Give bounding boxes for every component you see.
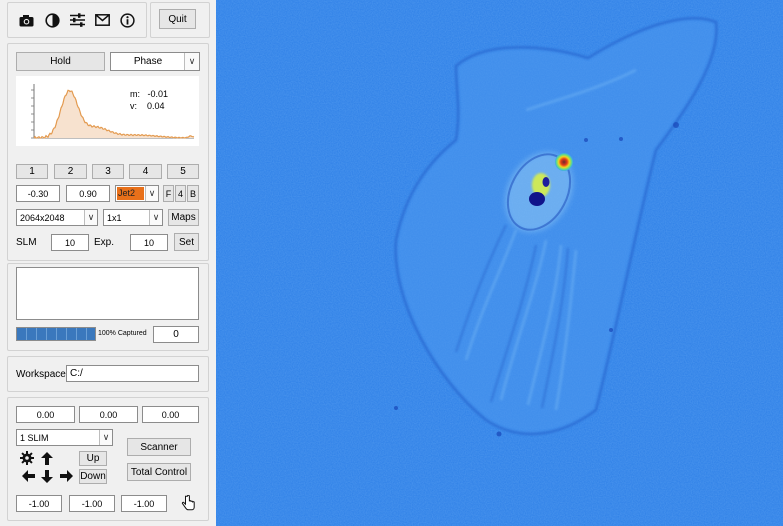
flag-f-button[interactable]: F xyxy=(163,185,174,202)
camera-icon[interactable] xyxy=(17,11,35,29)
cell-phase-image xyxy=(216,0,783,526)
workspace-label: Workspace xyxy=(16,369,66,380)
slm-field[interactable]: 10 xyxy=(51,234,89,251)
capture-group: 100% Captured 0 xyxy=(7,263,209,351)
flag-b-button[interactable]: B xyxy=(187,185,199,202)
capture-progress-fill xyxy=(17,328,95,340)
info-icon[interactable] xyxy=(118,11,136,29)
acquisition-group: Hold Phase ∨ m: -0.01 v: 0.04 1 2 3 4 5 … xyxy=(7,43,209,261)
chevron-down-icon: ∨ xyxy=(84,210,97,225)
quit-button[interactable]: Quit xyxy=(159,9,196,29)
hold-button[interactable]: Hold xyxy=(16,52,105,71)
chevron-down-icon: ∨ xyxy=(145,186,158,201)
offset-x-field[interactable]: -1.00 xyxy=(16,495,62,512)
device-select[interactable]: 1 SLIM ∨ xyxy=(16,429,113,446)
chevron-down-icon: ∨ xyxy=(99,430,112,445)
chevron-down-icon: ∨ xyxy=(184,53,199,70)
offset-y-field[interactable]: -1.00 xyxy=(69,495,115,512)
binning-select[interactable]: 1x1 ∨ xyxy=(103,209,163,226)
colormap-select[interactable]: Jet2 ∨ xyxy=(115,185,159,202)
channel-5-button[interactable]: 5 xyxy=(167,164,199,179)
capture-progress-bar xyxy=(16,327,96,341)
resolution-select-value: 2064x2048 xyxy=(20,212,65,223)
channel-2-button[interactable]: 2 xyxy=(54,164,87,179)
range-max-field[interactable]: 0.90 xyxy=(66,185,110,202)
slm-label: SLM xyxy=(16,237,37,248)
histogram-mean: m: -0.01 xyxy=(130,89,169,99)
quit-group: Quit xyxy=(150,2,210,38)
stage-group: 0.00 0.00 0.00 1 SLIM ∨ Scanner Up Down … xyxy=(7,397,209,521)
flag-lightning-button[interactable]: 4 xyxy=(175,185,186,202)
histogram-variance: v: 0.04 xyxy=(130,101,165,111)
stage-y-field[interactable]: 0.00 xyxy=(79,406,138,423)
workspace-group: Workspace C:/ xyxy=(7,356,209,392)
channel-1-button[interactable]: 1 xyxy=(16,164,48,179)
arrow-left-icon[interactable] xyxy=(20,468,36,484)
capture-progress-text: 100% Captured xyxy=(98,330,147,337)
chevron-down-icon: ∨ xyxy=(149,210,162,225)
toolbar-group xyxy=(7,2,147,38)
exp-label: Exp. xyxy=(94,237,115,248)
scanner-button[interactable]: Scanner xyxy=(127,438,191,456)
contrast-icon[interactable] xyxy=(43,11,61,29)
maps-button[interactable]: Maps xyxy=(168,209,199,226)
arrow-up-icon[interactable] xyxy=(39,450,55,466)
capture-count-field[interactable]: 0 xyxy=(153,326,199,343)
offset-z-field[interactable]: -1.00 xyxy=(121,495,167,512)
resolution-select[interactable]: 2064x2048 ∨ xyxy=(16,209,98,226)
channel-3-button[interactable]: 3 xyxy=(92,164,124,179)
histogram: m: -0.01 v: 0.04 xyxy=(16,76,199,146)
mode-select-value: Phase xyxy=(133,56,163,67)
channel-4-button[interactable]: 4 xyxy=(129,164,162,179)
gear-icon[interactable] xyxy=(19,450,35,466)
colormap-select-value: Jet2 xyxy=(117,187,144,200)
range-min-field[interactable]: -0.30 xyxy=(16,185,60,202)
down-button[interactable]: Down xyxy=(79,469,107,484)
capture-log xyxy=(16,267,199,320)
set-button[interactable]: Set xyxy=(174,233,199,251)
total-control-button[interactable]: Total Control xyxy=(127,463,191,481)
workspace-path-field[interactable]: C:/ xyxy=(66,365,199,382)
arrow-down-icon[interactable] xyxy=(39,468,55,484)
phase-image-view[interactable] xyxy=(216,0,783,526)
stage-z-field[interactable]: 0.00 xyxy=(142,406,199,423)
stage-x-field[interactable]: 0.00 xyxy=(16,406,75,423)
histogram-plot xyxy=(31,84,195,139)
binning-select-value: 1x1 xyxy=(107,212,122,223)
exp-field[interactable]: 10 xyxy=(130,234,168,251)
control-panel: Quit Hold Phase ∨ m: -0.01 v: 0.04 1 2 3… xyxy=(0,0,216,526)
arrow-right-icon[interactable] xyxy=(58,468,74,484)
mail-icon[interactable] xyxy=(93,11,111,29)
sliders-icon[interactable] xyxy=(68,11,86,29)
up-button[interactable]: Up xyxy=(79,451,107,466)
mode-select[interactable]: Phase ∨ xyxy=(110,52,200,71)
device-select-value: 1 SLIM xyxy=(20,432,49,443)
hand-pointer-icon[interactable] xyxy=(179,494,197,512)
